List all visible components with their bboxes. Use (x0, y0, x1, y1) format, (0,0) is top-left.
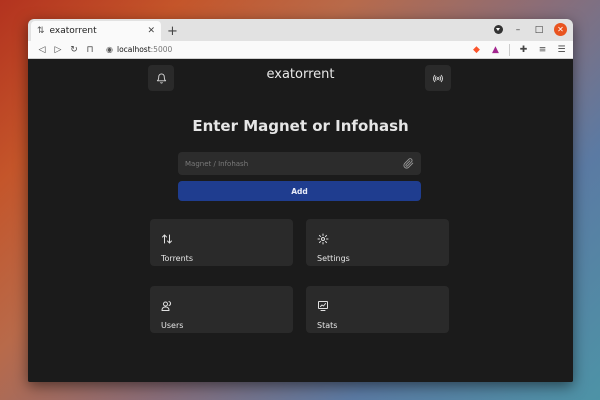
site-info-icon[interactable]: ◉ (106, 45, 113, 54)
settings-card-label: Settings (317, 254, 350, 263)
users-icon (161, 297, 282, 311)
attach-file-button[interactable] (403, 158, 414, 169)
connection-status-button[interactable] (425, 65, 451, 91)
maximize-icon[interactable]: □ (533, 25, 545, 35)
url-port: :5000 (150, 45, 173, 54)
tab-title: exatorrent (49, 26, 97, 36)
add-button[interactable]: Add (178, 181, 421, 201)
brave-rewards-icon[interactable]: ▲ (490, 45, 501, 55)
page-title: Enter Magnet or Infohash (192, 117, 409, 135)
toolbar-divider (509, 43, 510, 56)
settings-card[interactable]: Settings (306, 219, 449, 266)
paperclip-icon (403, 158, 414, 169)
app-brand: exatorrent (266, 67, 335, 82)
reload-icon[interactable]: ↻ (66, 45, 82, 55)
stats-card-label: Stats (317, 321, 338, 330)
gear-icon (317, 230, 438, 245)
browser-tab[interactable]: ⇅ exatorrent ✕ (31, 21, 161, 41)
reading-list-icon[interactable]: ≡ (537, 45, 548, 55)
broadcast-icon (433, 74, 443, 82)
extension-icons: ◆ ▲ ✚ ≡ ☰ (471, 43, 567, 56)
new-tab-icon[interactable]: + (167, 24, 178, 39)
magnet-input-container (178, 152, 421, 175)
torrents-card-label: Torrents (161, 254, 193, 263)
torrents-card[interactable]: Torrents (150, 219, 293, 266)
users-card[interactable]: Users (150, 286, 293, 333)
app-content: exatorrent Enter Magnet or Infohash Add … (28, 59, 573, 382)
minimize-icon[interactable]: – (512, 25, 524, 35)
tab-strip: ⇅ exatorrent ✕ + – □ ✕ (28, 19, 573, 41)
forward-icon[interactable]: ▷ (50, 45, 66, 55)
menu-icon[interactable]: ☰ (556, 45, 567, 55)
url-host: localhost (116, 45, 151, 54)
torrent-favicon-icon: ⇅ (37, 26, 45, 36)
stats-card[interactable]: Stats (306, 286, 449, 333)
back-icon[interactable]: ◁ (34, 45, 50, 55)
brave-shields-icon[interactable]: ◆ (471, 45, 482, 55)
bookmark-icon[interactable]: ⊓ (82, 45, 98, 55)
app-header: exatorrent (28, 59, 573, 95)
window-controls: – □ ✕ (494, 23, 567, 36)
address-bar[interactable]: ◉ localhost:5000 (106, 45, 471, 54)
navigation-bar: ◁ ▷ ↻ ⊓ ◉ localhost:5000 ◆ ▲ ✚ ≡ ☰ (28, 41, 573, 59)
chart-icon (317, 297, 438, 311)
tab-close-icon[interactable]: ✕ (147, 26, 155, 36)
browser-window: ⇅ exatorrent ✕ + – □ ✕ ◁ ▷ ↻ ⊓ ◉ localho… (28, 19, 573, 382)
arrows-up-down-icon (161, 230, 282, 244)
extensions-icon[interactable]: ✚ (518, 45, 529, 55)
tab-search-icon[interactable] (494, 25, 503, 34)
users-card-label: Users (161, 321, 184, 330)
window-close-icon[interactable]: ✕ (554, 23, 567, 36)
magnet-input[interactable] (185, 159, 403, 168)
